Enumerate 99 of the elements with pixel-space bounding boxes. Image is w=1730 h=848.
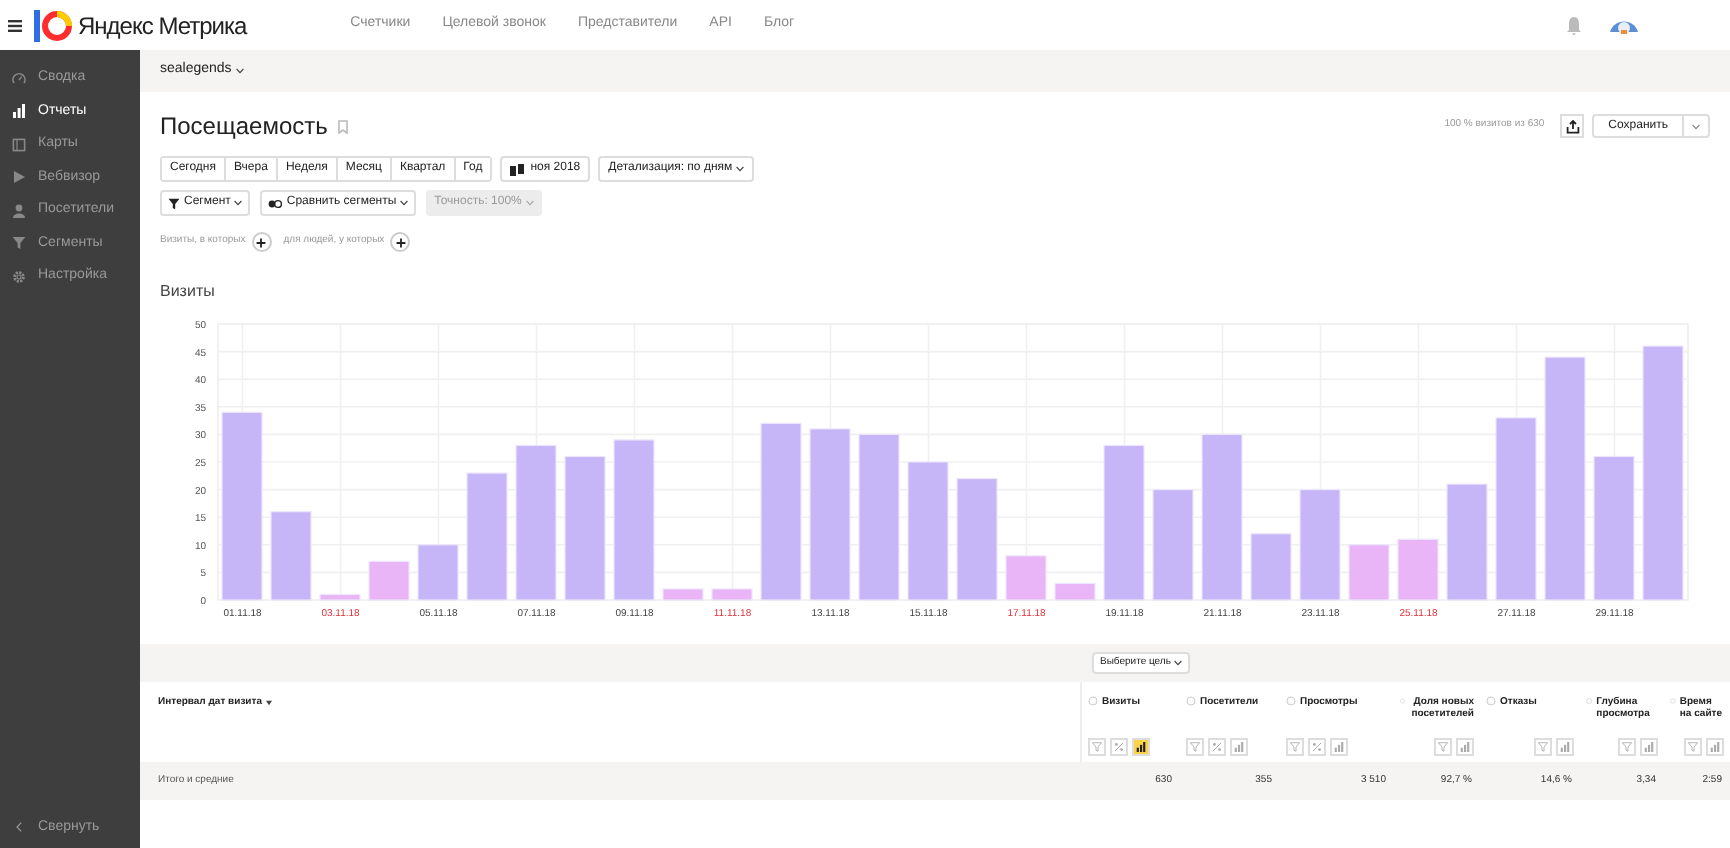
percent-icon bbox=[1114, 742, 1124, 752]
bar[interactable] bbox=[760, 422, 802, 601]
chart-toggle-button[interactable] bbox=[1230, 738, 1248, 756]
percent-button[interactable] bbox=[1308, 738, 1326, 756]
percent-button[interactable] bbox=[1208, 738, 1226, 756]
bar[interactable] bbox=[1642, 345, 1684, 601]
bar[interactable] bbox=[858, 433, 900, 601]
chart-toggle-icon bbox=[1334, 742, 1344, 752]
bar[interactable] bbox=[417, 544, 459, 601]
filter-icon bbox=[1438, 742, 1448, 752]
bell-icon[interactable] bbox=[1566, 15, 1582, 35]
bar[interactable] bbox=[1005, 555, 1047, 601]
chevron-icon bbox=[1692, 123, 1700, 129]
bar[interactable] bbox=[1495, 417, 1537, 601]
chevron-left-icon bbox=[16, 822, 22, 833]
bar[interactable] bbox=[613, 439, 655, 601]
add-filter-button[interactable] bbox=[251, 232, 272, 252]
funnel-icon bbox=[168, 197, 180, 209]
plus-icon bbox=[395, 237, 406, 247]
chevron-icon bbox=[1174, 660, 1183, 666]
upload-icon bbox=[1565, 119, 1580, 133]
bar[interactable] bbox=[1446, 483, 1488, 601]
calendar-icon bbox=[510, 163, 525, 175]
bar[interactable] bbox=[1152, 489, 1194, 601]
filter-button[interactable] bbox=[1186, 738, 1204, 756]
chart-toggle-button[interactable] bbox=[1132, 738, 1150, 756]
bar[interactable] bbox=[1250, 533, 1292, 601]
chart-title: Визиты bbox=[160, 280, 217, 304]
bar[interactable] bbox=[1348, 544, 1390, 601]
chart-toggle-button[interactable] bbox=[1330, 738, 1348, 756]
gauge-icon bbox=[12, 71, 26, 86]
percent-icon bbox=[1212, 742, 1222, 752]
bar[interactable] bbox=[1397, 538, 1439, 601]
bar[interactable] bbox=[270, 511, 312, 601]
export-button[interactable] bbox=[1560, 114, 1585, 138]
bar[interactable] bbox=[1103, 444, 1145, 601]
report-title: Посещаемость bbox=[160, 110, 328, 144]
map-icon bbox=[12, 137, 26, 152]
bar[interactable] bbox=[809, 428, 851, 601]
percent-icon bbox=[1312, 742, 1322, 752]
bar[interactable] bbox=[711, 588, 753, 601]
filter-icon bbox=[1290, 742, 1300, 752]
logo-text: Яндекс Метрика bbox=[78, 9, 247, 41]
logo-icon bbox=[34, 9, 72, 41]
chevron-icon bbox=[400, 200, 409, 206]
play-icon bbox=[12, 170, 26, 185]
chart-toggle-icon bbox=[1710, 742, 1720, 752]
circles-icon bbox=[268, 197, 283, 209]
bar[interactable] bbox=[221, 411, 263, 601]
bar[interactable] bbox=[466, 472, 508, 601]
filter-button[interactable] bbox=[1286, 738, 1304, 756]
chart-toggle-icon bbox=[1136, 742, 1146, 752]
bar[interactable] bbox=[319, 593, 361, 601]
plus-icon bbox=[256, 237, 267, 247]
chevron-icon bbox=[736, 166, 745, 172]
bar[interactable] bbox=[1593, 455, 1635, 601]
filter-icon bbox=[1538, 742, 1548, 752]
person-icon bbox=[12, 203, 26, 218]
menu-icon[interactable] bbox=[8, 19, 22, 31]
chart-toggle-icon bbox=[1644, 742, 1654, 752]
bar[interactable] bbox=[907, 461, 949, 601]
bar[interactable] bbox=[662, 588, 704, 601]
info-icon bbox=[1286, 696, 1296, 706]
chart-toggle-button[interactable] bbox=[1456, 738, 1474, 756]
chart-toggle-icon bbox=[1560, 742, 1570, 752]
filter-button[interactable] bbox=[1618, 738, 1636, 756]
chart-toggle-button[interactable] bbox=[1556, 738, 1574, 756]
chart-toggle-button[interactable] bbox=[1706, 738, 1724, 756]
bar[interactable] bbox=[1054, 582, 1096, 601]
info-icon bbox=[1088, 696, 1098, 706]
bar[interactable] bbox=[515, 444, 557, 601]
chart-toggle-icon bbox=[1460, 742, 1470, 752]
info-icon bbox=[1486, 696, 1496, 706]
bar-chart-icon bbox=[12, 104, 26, 119]
bar[interactable] bbox=[1299, 489, 1341, 601]
bar[interactable] bbox=[956, 477, 998, 601]
filter-icon bbox=[1688, 742, 1698, 752]
add-filter-button[interactable] bbox=[390, 232, 411, 252]
filter-icon bbox=[1092, 742, 1102, 752]
chart-toggle-icon bbox=[1234, 742, 1244, 752]
filter-button[interactable] bbox=[1088, 738, 1106, 756]
chevron-icon bbox=[525, 200, 534, 206]
bar[interactable] bbox=[1201, 433, 1243, 601]
filter-button[interactable] bbox=[1534, 738, 1552, 756]
filter-button[interactable] bbox=[1434, 738, 1452, 756]
bookmark-icon[interactable] bbox=[337, 119, 348, 133]
chart-toggle-button[interactable] bbox=[1640, 738, 1658, 756]
chevron-icon bbox=[234, 200, 243, 206]
info-icon bbox=[1186, 696, 1196, 706]
funnel-icon bbox=[12, 236, 26, 251]
bar[interactable] bbox=[1544, 356, 1586, 601]
filter-icon bbox=[1190, 742, 1200, 752]
sort-icon bbox=[265, 700, 272, 707]
chevron-icon bbox=[235, 68, 244, 74]
filter-button[interactable] bbox=[1684, 738, 1702, 756]
bar[interactable] bbox=[368, 560, 410, 601]
bar[interactable] bbox=[564, 455, 606, 601]
filter-icon bbox=[1622, 742, 1632, 752]
gear-icon bbox=[12, 269, 26, 284]
